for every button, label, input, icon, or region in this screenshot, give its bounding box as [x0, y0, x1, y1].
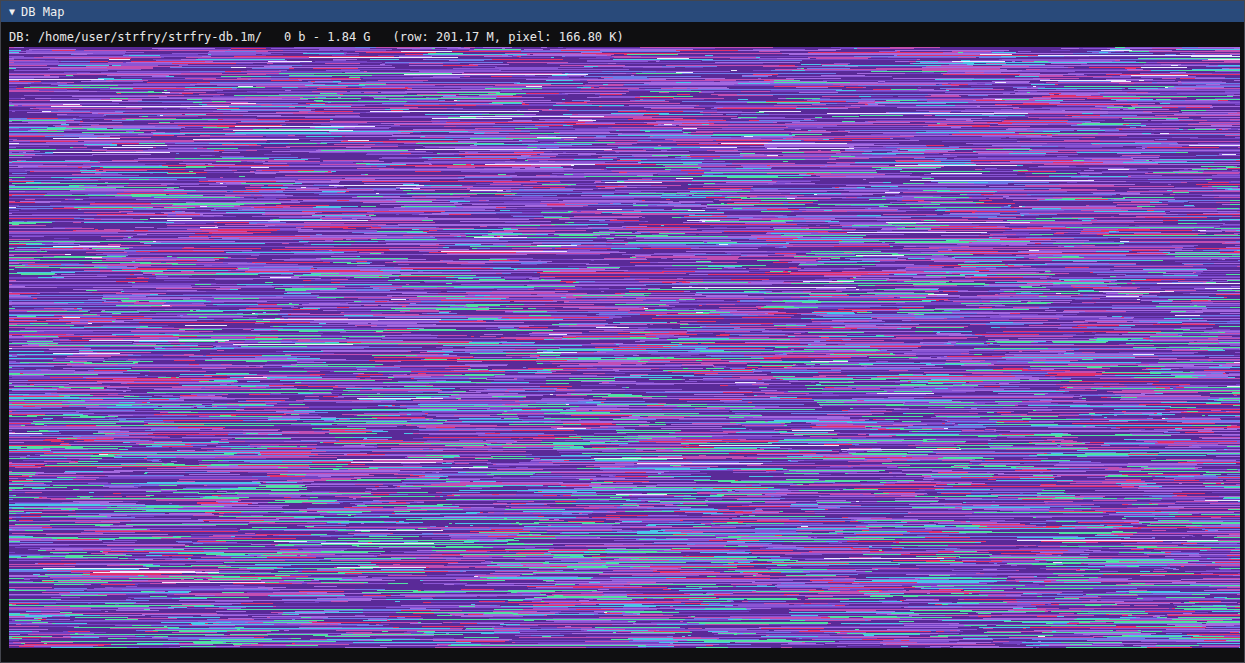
- db-scale: (row: 201.17 M, pixel: 166.80 K): [393, 30, 624, 44]
- db-map-window: ▼ DB Map DB: /home/user/strfry/strfry-db.1…: [0, 0, 1245, 663]
- collapse-icon[interactable]: ▼: [9, 6, 15, 17]
- window-title: DB Map: [21, 5, 64, 19]
- info-line: DB: /home/user/strfry/strfry-db.1m/0 b -…: [9, 30, 1239, 44]
- window-body: DB: /home/user/strfry/strfry-db.1m/0 b -…: [1, 22, 1244, 662]
- db-range: 0 b - 1.84 G: [284, 30, 371, 44]
- db-path: DB: /home/user/strfry/strfry-db.1m/: [9, 30, 262, 44]
- title-bar[interactable]: ▼ DB Map: [1, 1, 1244, 22]
- db-map-canvas[interactable]: [9, 47, 1240, 648]
